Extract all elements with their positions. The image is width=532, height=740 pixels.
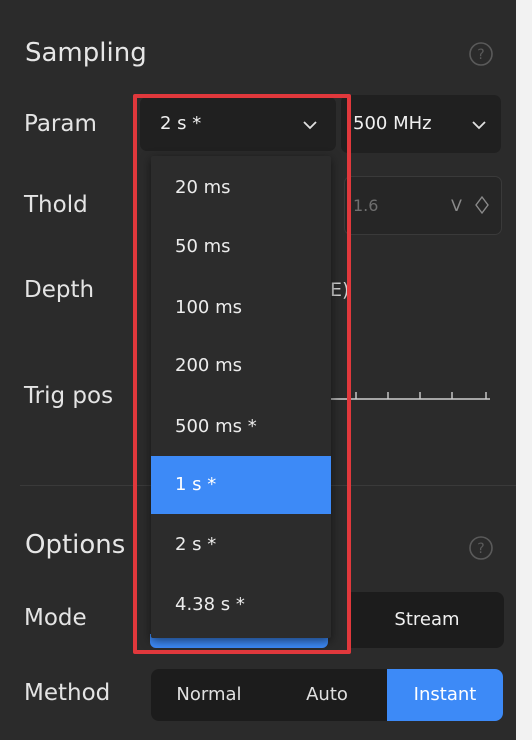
sampling-panel: Sampling ? Param 2 s * 500 MHz Thold 1.6… xyxy=(0,0,516,740)
dropdown-option-2s[interactable]: 2 s * xyxy=(151,516,331,574)
frequency-select-value: 500 MHz xyxy=(353,113,432,134)
sampling-title: Sampling xyxy=(25,38,147,68)
method-auto-button[interactable]: Auto xyxy=(267,669,387,721)
frequency-select[interactable]: 500 MHz xyxy=(341,95,501,153)
depth-value-fragment: E) xyxy=(330,279,350,301)
mode-stream-button[interactable]: Stream xyxy=(350,592,504,648)
thold-label: Thold xyxy=(24,192,88,218)
method-segmented-control: Normal Auto Instant xyxy=(151,669,503,721)
method-normal-button[interactable]: Normal xyxy=(151,669,267,721)
option-label: 2 s * xyxy=(175,534,217,555)
options-title: Options xyxy=(25,530,126,560)
option-label: 100 ms xyxy=(175,297,242,318)
dropdown-option-100ms[interactable]: 100 ms xyxy=(151,279,331,337)
spin-arrows-icon[interactable] xyxy=(473,195,491,215)
method-label: Method xyxy=(24,680,111,706)
options-help-icon[interactable]: ? xyxy=(468,535,494,561)
mode-label: Mode xyxy=(24,605,87,631)
dropdown-option-500ms[interactable]: 500 ms * xyxy=(151,398,331,456)
svg-text:?: ? xyxy=(477,47,484,63)
chevron-down-icon xyxy=(472,121,486,130)
chevron-down-icon xyxy=(303,121,317,130)
svg-text:?: ? xyxy=(477,541,484,557)
option-label: 1 s * xyxy=(175,474,217,495)
param-select-value: 2 s * xyxy=(160,113,202,134)
param-label: Param xyxy=(24,111,97,137)
param-dropdown-list: 20 ms 50 ms 100 ms 200 ms 500 ms * 1 s *… xyxy=(151,156,331,638)
option-label: 200 ms xyxy=(175,355,242,376)
thold-unit: V xyxy=(451,196,462,215)
sampling-help-icon[interactable]: ? xyxy=(468,41,494,67)
dropdown-option-50ms[interactable]: 50 ms xyxy=(151,218,331,276)
dropdown-option-4-38s[interactable]: 4.38 s * xyxy=(151,576,331,634)
dropdown-option-1s[interactable]: 1 s * xyxy=(151,456,331,514)
dropdown-option-20ms[interactable]: 20 ms xyxy=(151,159,331,217)
method-instant-button[interactable]: Instant xyxy=(387,669,503,721)
option-label: 4.38 s * xyxy=(175,594,245,615)
dropdown-option-200ms[interactable]: 200 ms xyxy=(151,337,331,395)
thold-spinbox[interactable]: 1.6 V xyxy=(344,176,502,235)
trig-pos-label: Trig pos xyxy=(24,383,114,409)
option-label: 20 ms xyxy=(175,177,231,198)
scrollbar-track[interactable] xyxy=(516,0,532,740)
thold-value: 1.6 xyxy=(353,196,379,215)
param-select[interactable]: 2 s * xyxy=(140,97,336,151)
mode-stream-label: Stream xyxy=(394,609,460,630)
trig-pos-slider[interactable] xyxy=(330,386,490,402)
option-label: 500 ms * xyxy=(175,416,257,437)
option-label: 50 ms xyxy=(175,236,231,257)
depth-label: Depth xyxy=(24,277,95,303)
